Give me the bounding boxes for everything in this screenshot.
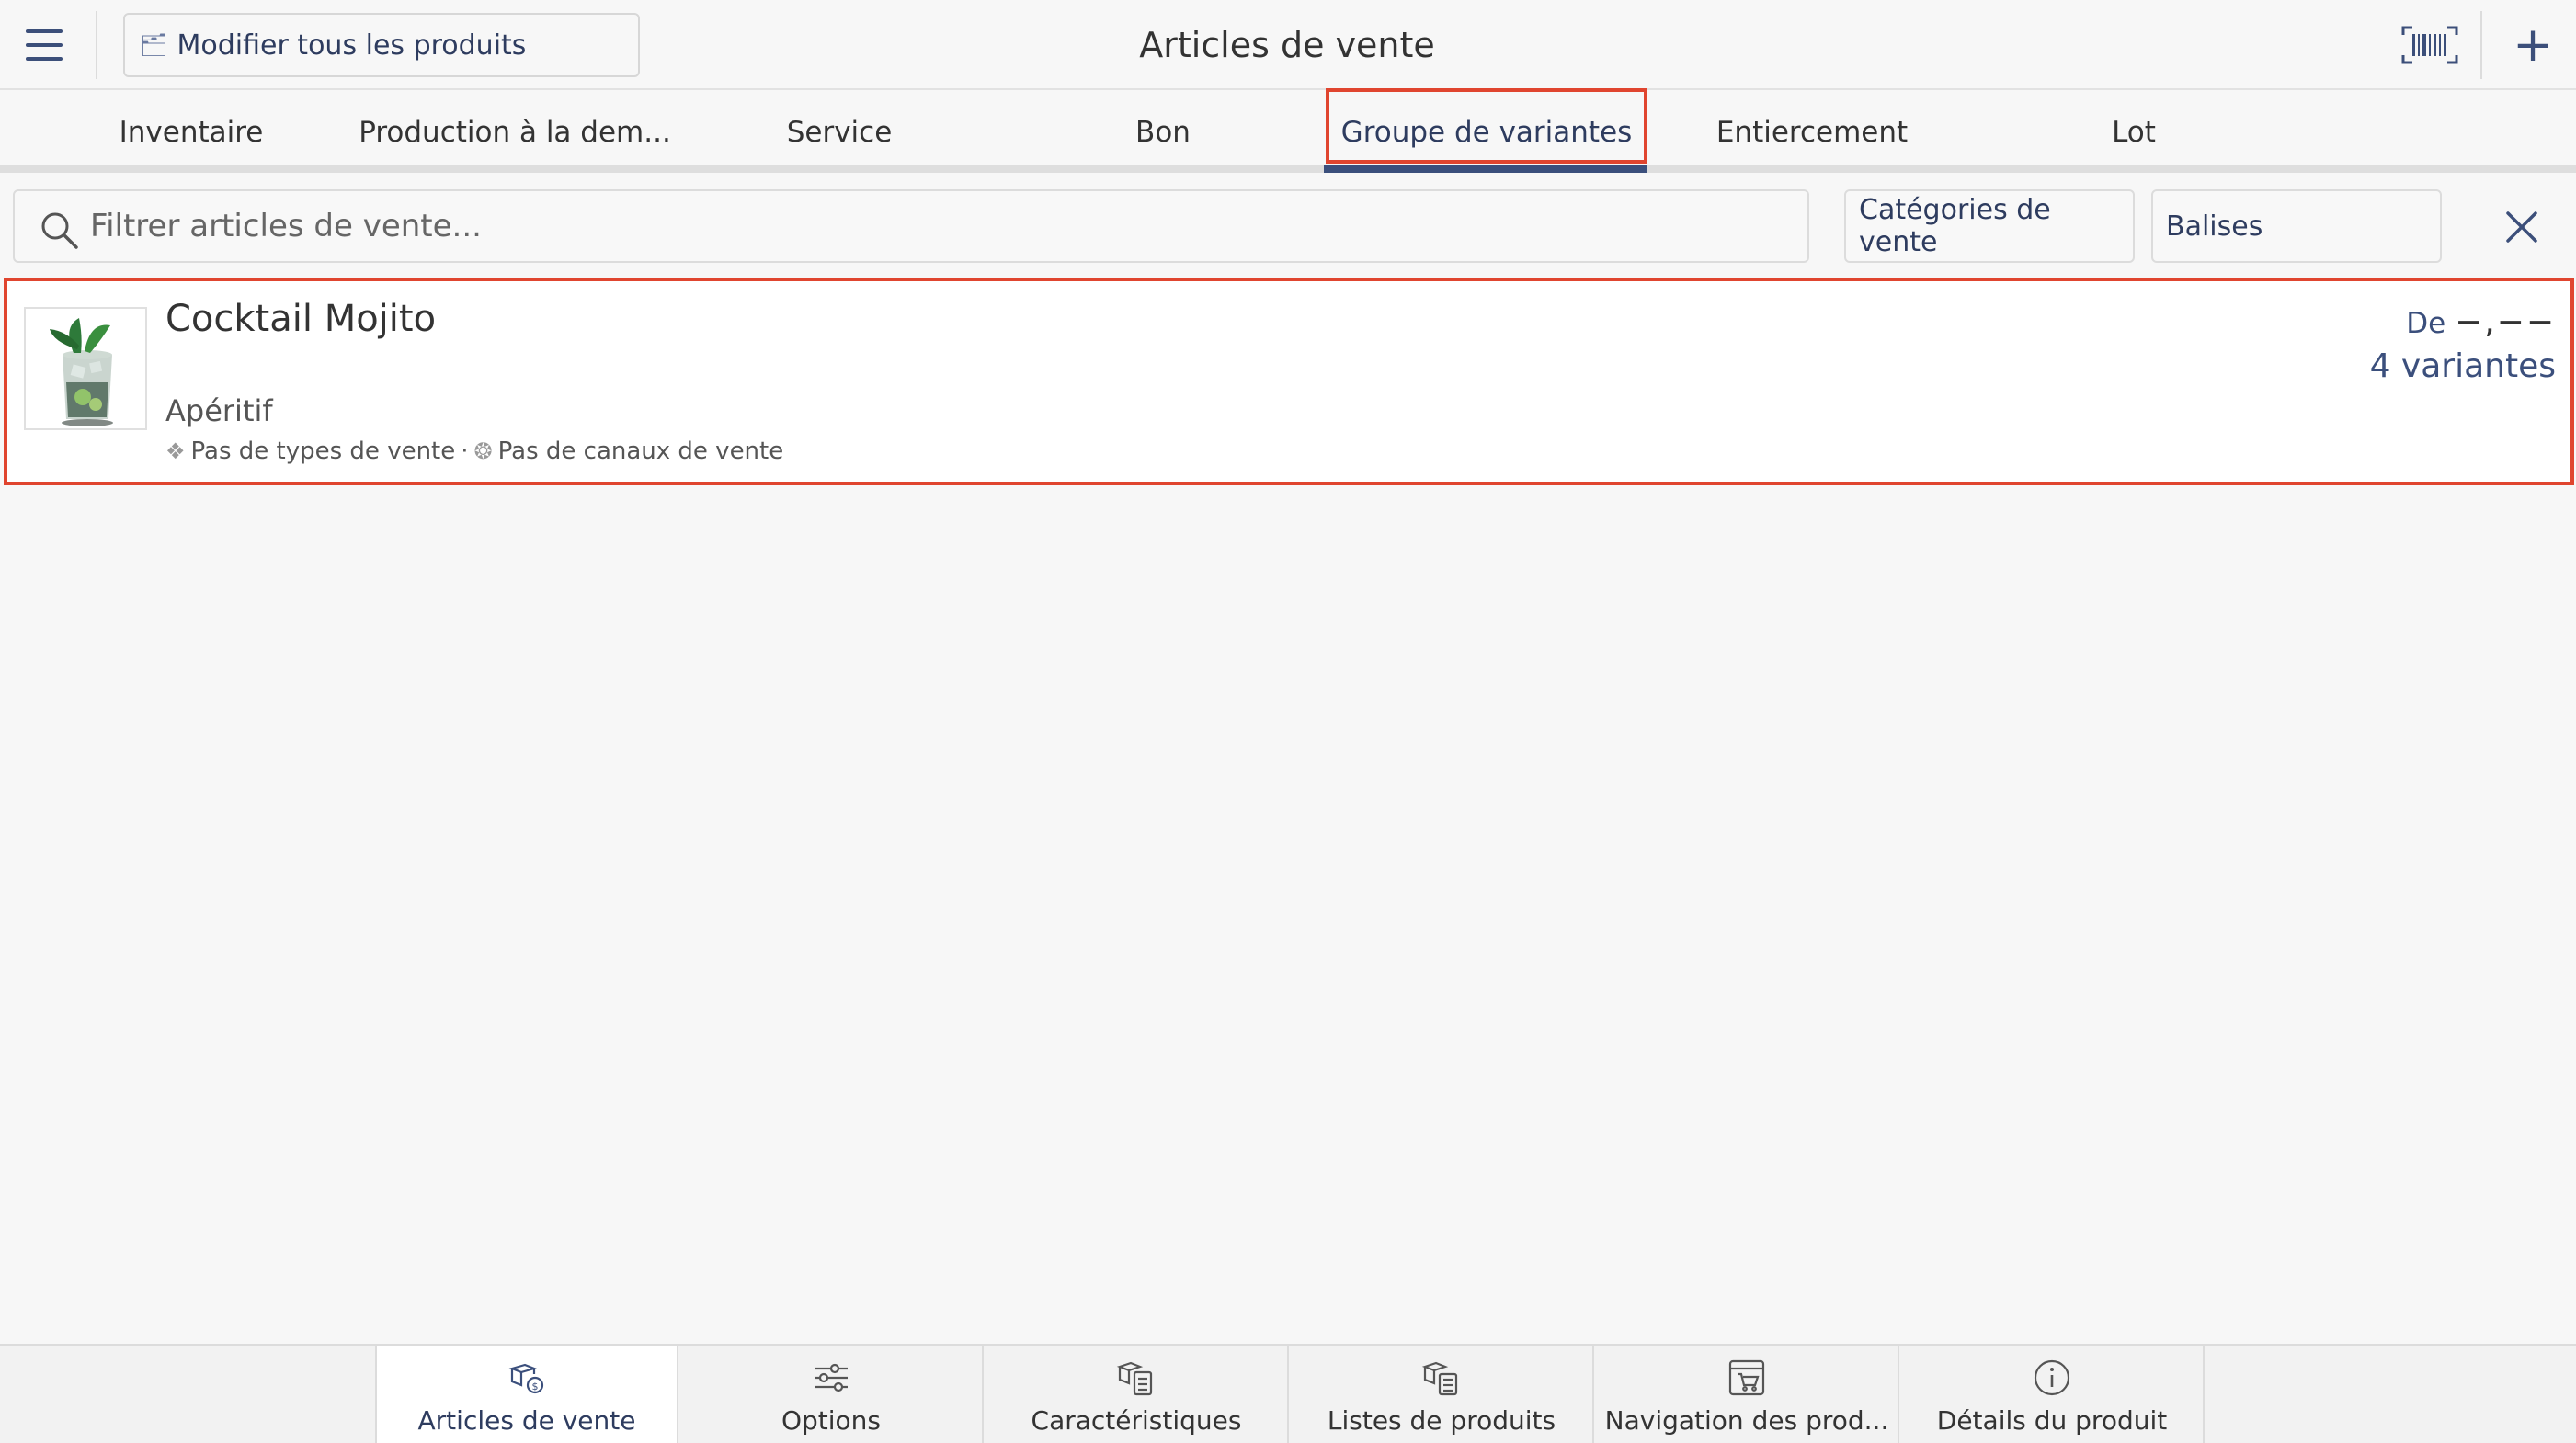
tags-label: Balises	[2166, 210, 2263, 243]
sliders-icon	[815, 1363, 848, 1392]
mojito-image-icon	[26, 309, 145, 428]
barcode-icon	[2401, 26, 2458, 64]
hamburger-icon-bar	[26, 43, 63, 47]
menu-button[interactable]	[20, 22, 72, 68]
item-meta: ❖ Pas de types de vente · ❂ Pas de canau…	[165, 437, 783, 465]
hamburger-icon	[26, 29, 63, 33]
sales-types-text: Pas de types de vente	[190, 437, 456, 465]
sales-channels-icon: ❂	[473, 438, 493, 464]
tab-entiercement[interactable]: Entiercement	[1660, 92, 1964, 173]
nav-label: Caractéristiques	[1031, 1405, 1242, 1436]
price-value: −,−−	[2455, 303, 2556, 341]
product-lists-icon	[1421, 1361, 1458, 1396]
tab-lot[interactable]: Lot	[1982, 92, 2285, 173]
price-prefix: De	[2406, 307, 2446, 340]
nav-label: Options	[781, 1405, 882, 1436]
characteristics-icon	[1116, 1361, 1153, 1396]
tab-bon[interactable]: Bon	[1011, 92, 1315, 173]
nav-product-lists[interactable]: Listes de produits	[1291, 1346, 1594, 1443]
tab-service[interactable]: Service	[688, 92, 991, 173]
nav-label: Articles de vente	[417, 1405, 636, 1436]
sales-categories-filter[interactable]: Catégories de vente	[1844, 189, 2135, 263]
nav-label: Détails du produit	[1936, 1405, 2168, 1436]
info-icon	[2034, 1359, 2070, 1396]
meta-separator: ·	[461, 437, 469, 465]
nav-characteristics[interactable]: Caractéristiques	[986, 1346, 1289, 1443]
nav-label: Listes de produits	[1327, 1405, 1556, 1436]
nav-options[interactable]: Options	[680, 1346, 984, 1443]
tab-inventaire[interactable]: Inventaire	[44, 92, 338, 173]
nav-product-details[interactable]: Détails du produit	[1901, 1346, 2205, 1443]
nav-sales-items[interactable]: $ Articles de vente	[375, 1346, 678, 1443]
selected-tab-indicator	[1324, 165, 1647, 173]
product-navigation-icon	[1728, 1359, 1765, 1396]
sales-items-icon: $	[508, 1363, 544, 1394]
add-button[interactable]: +	[2501, 18, 2565, 72]
header-divider	[96, 11, 97, 79]
search-input[interactable]	[88, 199, 1789, 254]
sales-channels-text: Pas de canaux de vente	[497, 437, 784, 465]
sales-categories-label: Catégories de vente	[1859, 194, 2051, 258]
item-variants-count: 4 variantes	[2369, 347, 2556, 385]
edit-products-icon: 🗂	[140, 32, 168, 58]
item-category: Apéritif	[165, 393, 273, 428]
page-title: Articles de vente	[1139, 25, 1435, 65]
close-icon	[2506, 211, 2537, 243]
clear-filters-button[interactable]	[2497, 202, 2547, 252]
hamburger-icon-bar	[26, 57, 63, 61]
item-price: De −,−−	[2406, 303, 2556, 341]
tags-filter[interactable]: Balises	[2151, 189, 2442, 263]
header-divider	[2480, 11, 2482, 79]
product-thumbnail	[24, 307, 147, 430]
tab-production-a-la-demande[interactable]: Production à la dem...	[349, 92, 680, 173]
nav-label: Navigation des prod...	[1604, 1405, 1889, 1436]
list-item[interactable]: Cocktail Mojito Apéritif ❖ Pas de types …	[4, 278, 2574, 485]
selected-tab-highlight	[1326, 88, 1647, 164]
nav-product-navigation[interactable]: Navigation des prod...	[1596, 1346, 1899, 1443]
search-icon	[41, 212, 78, 249]
item-name: Cocktail Mojito	[165, 298, 437, 340]
edit-all-products-button[interactable]: 🗂 Modifier tous les produits	[123, 13, 640, 77]
sales-types-icon: ❖	[165, 438, 186, 464]
edit-all-products-label: Modifier tous les produits	[177, 28, 527, 62]
search-box[interactable]	[13, 189, 1809, 263]
svg-text:$: $	[532, 1381, 539, 1392]
barcode-scan-button[interactable]	[2399, 24, 2460, 66]
